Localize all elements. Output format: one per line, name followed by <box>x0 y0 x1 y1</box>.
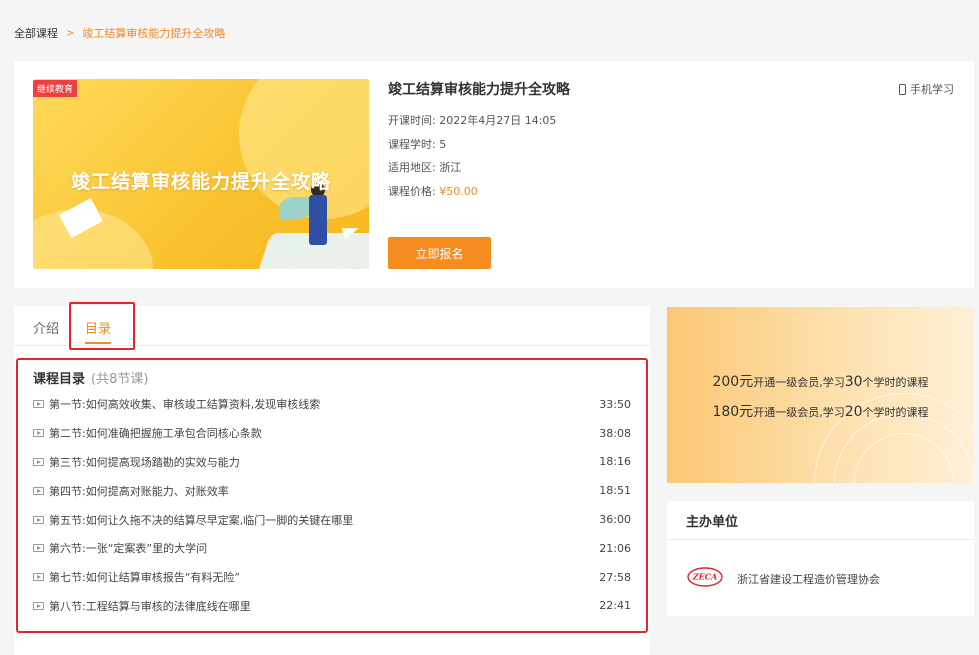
organizer-title: 主办单位 <box>686 515 739 530</box>
lesson-duration: 22:41 <box>599 599 631 613</box>
promo-text: 个学时的课程 <box>862 406 929 419</box>
promo-text: 开通一级会员,学习 <box>753 376 845 389</box>
lesson-title: 第六节:一张“定案表”里的大学问 <box>49 542 208 556</box>
promo-text: 开通一级会员,学习 <box>753 406 845 419</box>
mobile-learning-link[interactable]: 手机学习 <box>899 81 954 97</box>
hours-row: 课程学时: 5 <box>388 133 570 157</box>
lesson-title: 第四节:如何提高对账能力、对账效率 <box>49 484 229 498</box>
start-time-label: 开课时间: <box>388 114 436 127</box>
tab-intro[interactable]: 介绍 <box>33 318 59 337</box>
promo-price: 180元 <box>712 404 754 420</box>
divider <box>667 539 974 540</box>
content-panel: 介绍 目录 课程目录 (共8节课) 第一节:如何高效收集、审核竣工结算资料,发现审… <box>14 302 650 655</box>
lesson-title: 第二节:如何准确把握施工承包合同核心条款 <box>49 427 262 441</box>
lesson-title: 第一节:如何高效收集、审核竣工结算资料,发现审核线索 <box>49 398 321 412</box>
course-cover-image: 继续教育 竣工结算审核能力提升全攻略 <box>33 79 369 269</box>
tab-catalog[interactable]: 目录 <box>85 318 112 344</box>
promo-text: 个学时的课程 <box>862 376 929 389</box>
video-play-icon <box>33 544 44 553</box>
lesson-item[interactable]: 第六节:一张“定案表”里的大学问 21:06 <box>33 534 631 563</box>
mobile-learning-label: 手机学习 <box>910 83 954 96</box>
lesson-item[interactable]: 第三节:如何提高现场踏勘的实效与能力 18:16 <box>33 448 631 477</box>
region-row: 适用地区: 浙江 <box>388 156 570 180</box>
lesson-item[interactable]: 第二节:如何准确把握施工承包合同核心条款 38:08 <box>33 419 631 448</box>
lesson-title: 第三节:如何提高现场踏勘的实效与能力 <box>49 455 240 469</box>
region-value: 浙江 <box>439 161 462 174</box>
video-play-icon <box>33 457 44 466</box>
video-play-icon <box>33 601 44 610</box>
lesson-duration: 18:51 <box>599 484 631 498</box>
membership-promo-banner[interactable]: 200元开通一级会员,学习30个学时的课程 180元开通一级会员,学习20个学时… <box>667 307 974 483</box>
tab-bar: 介绍 目录 <box>14 306 650 346</box>
start-time-value: 2022年4月27日 14:05 <box>439 114 557 127</box>
hours-label: 课程学时: <box>388 137 436 151</box>
video-play-icon <box>33 429 44 438</box>
promo-line-1: 200元开通一级会员,学习30个学时的课程 <box>667 371 974 391</box>
breadcrumb-home-link[interactable]: 全部课程 <box>14 25 58 41</box>
mobile-phone-icon <box>899 83 906 95</box>
tab-active-indicator <box>85 342 112 344</box>
course-info: 竣工结算审核能力提升全攻略 开课时间: 2022年4月27日 14:05 课程学… <box>388 79 570 203</box>
lesson-duration: 27:58 <box>599 570 631 584</box>
price-label: 课程价格: <box>388 184 436 198</box>
catalog-title: 课程目录 <box>33 372 86 387</box>
price-row: 课程价格: ¥50.00 <box>388 180 570 204</box>
lesson-duration: 18:16 <box>599 455 631 469</box>
start-time-row: 开课时间: 2022年4月27日 14:05 <box>388 109 570 133</box>
cover-title: 竣工结算审核能力提升全攻略 <box>70 171 331 193</box>
video-play-icon <box>33 486 44 495</box>
course-title: 竣工结算审核能力提升全攻略 <box>388 82 570 98</box>
lesson-duration: 33:50 <box>599 397 631 411</box>
promo-hours: 20 <box>844 404 863 420</box>
hours-value: 5 <box>439 137 447 151</box>
video-play-icon <box>33 515 44 524</box>
lesson-title: 第五节:如何让久拖不决的结算尽早定案,临门一脚的关键在哪里 <box>49 513 354 527</box>
breadcrumb-current: 竣工结算审核能力提升全攻略 <box>82 27 226 40</box>
catalog-count: (共8节课) <box>91 372 149 387</box>
breadcrumb-separator: > <box>66 27 75 39</box>
price-value: ¥50.00 <box>439 184 478 198</box>
catalog-heading: 课程目录 (共8节课) <box>33 368 148 387</box>
enroll-button[interactable]: 立即报名 <box>388 237 491 269</box>
lesson-item[interactable]: 第四节:如何提高对账能力、对账效率 18:51 <box>33 476 631 505</box>
tab-catalog-label: 目录 <box>85 322 112 337</box>
lesson-duration: 21:06 <box>599 541 631 555</box>
organizer-panel: 主办单位 ZECA 浙江省建设工程造价管理协会 <box>667 501 974 616</box>
promo-hours: 30 <box>844 374 863 390</box>
organizer-name: 浙江省建设工程造价管理协会 <box>737 573 880 586</box>
lesson-item[interactable]: 第一节:如何高效收集、审核竣工结算资料,发现审核线索 33:50 <box>33 390 631 419</box>
lesson-duration: 36:00 <box>599 513 631 527</box>
lesson-list: 第一节:如何高效收集、审核竣工结算资料,发现审核线索 33:50 第二节:如何准… <box>33 390 631 620</box>
region-label: 适用地区: <box>388 161 436 174</box>
video-play-icon <box>33 573 44 582</box>
lesson-item[interactable]: 第七节:如何让结算审核报告“有料无险” 27:58 <box>33 563 631 592</box>
cover-tag: 继续教育 <box>33 80 78 97</box>
promo-line-2: 180元开通一级会员,学习20个学时的课程 <box>667 401 974 421</box>
lesson-item[interactable]: 第八节:工程结算与审核的法律底线在哪里 22:41 <box>33 592 631 621</box>
video-play-icon <box>33 400 44 409</box>
lesson-duration: 38:08 <box>599 426 631 440</box>
zeca-logo: ZECA <box>687 567 723 587</box>
course-card: 继续教育 竣工结算审核能力提升全攻略 竣工结算审核能力提升全攻略 开课时间: 2… <box>14 61 974 288</box>
lesson-title: 第八节:工程结算与审核的法律底线在哪里 <box>49 599 251 613</box>
lesson-item[interactable]: 第五节:如何让久拖不决的结算尽早定案,临门一脚的关键在哪里 36:00 <box>33 505 631 534</box>
breadcrumb: 全部课程 > 竣工结算审核能力提升全攻略 <box>14 25 225 41</box>
svg-text:ZECA: ZECA <box>692 572 718 582</box>
promo-price: 200元 <box>712 374 754 390</box>
cape-illustration <box>279 197 313 219</box>
lesson-title: 第七节:如何让结算审核报告“有料无险” <box>49 571 241 585</box>
person-illustration <box>309 195 327 245</box>
